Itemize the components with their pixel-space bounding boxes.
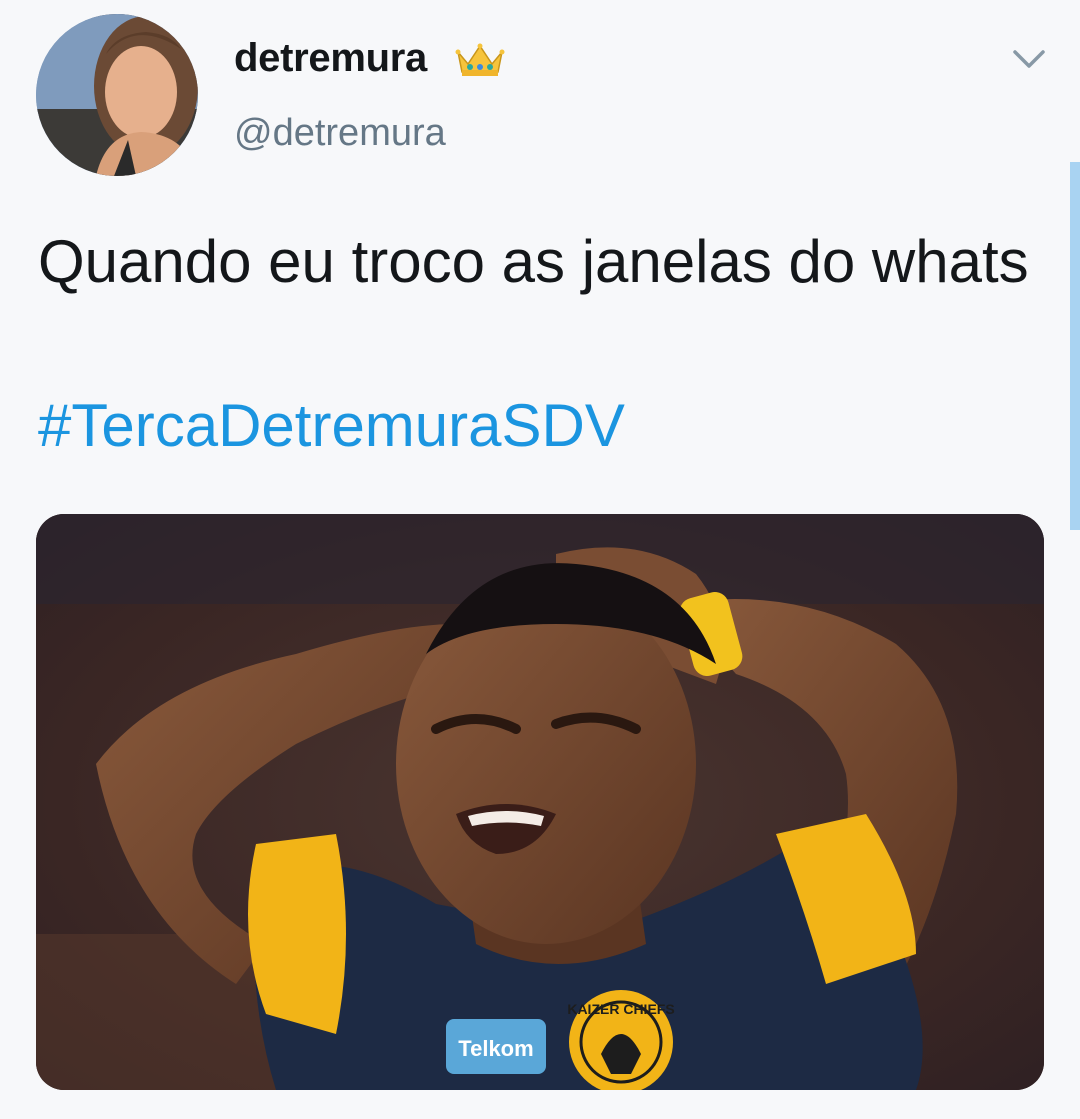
scroll-indicator (1070, 162, 1080, 530)
user-handle[interactable]: @detremura (234, 112, 446, 155)
sponsor-text: Telkom (458, 1036, 533, 1061)
crown-icon (455, 43, 505, 76)
footballer-photo: Telkom KAIZER CHIEFS (36, 514, 1044, 1090)
club-badge-text: KAIZER CHIEFS (567, 1001, 674, 1017)
avatar-image (36, 14, 198, 176)
tweet-text: Quando eu troco as janelas do whats (38, 228, 1029, 295)
avatar[interactable] (36, 14, 198, 176)
tweet-media-image[interactable]: Telkom KAIZER CHIEFS (36, 514, 1044, 1090)
chevron-down-icon[interactable] (1010, 44, 1048, 72)
display-name[interactable]: detremura (234, 36, 427, 81)
tweet-card: detremura @detremura Quando eu troco as … (0, 0, 1080, 1119)
hashtag-link[interactable]: #TercaDetremuraSDV (38, 386, 625, 466)
